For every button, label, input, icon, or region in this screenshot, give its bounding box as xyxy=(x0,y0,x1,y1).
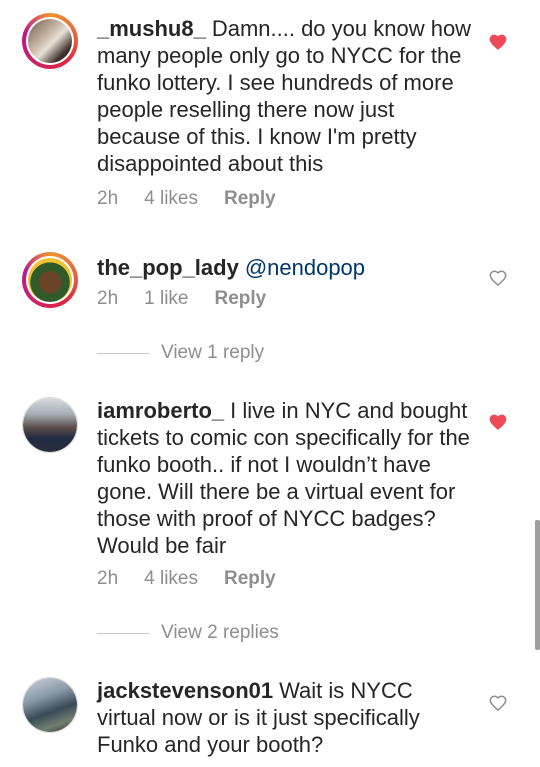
comment-text: iamroberto_ I live in NYC and bought tick… xyxy=(97,397,477,559)
divider-line xyxy=(97,352,149,354)
comment-time: 2h xyxy=(97,568,119,589)
comment-meta: 2h 1 like Reply xyxy=(97,288,292,310)
comment-username[interactable]: _mushu8_ xyxy=(97,16,206,41)
comment-text: the_pop_lady @nendopop xyxy=(97,254,477,281)
heart-outline-icon[interactable] xyxy=(488,268,508,288)
comment-time: 2h xyxy=(97,188,119,209)
view-replies-label[interactable]: View 2 replies xyxy=(161,622,279,644)
reply-button[interactable]: Reply xyxy=(224,188,276,210)
view-replies-label[interactable]: View 1 reply xyxy=(161,342,264,364)
view-replies-button[interactable]: View 1 reply xyxy=(97,342,264,364)
comment-username[interactable]: jackstevenson01 xyxy=(97,678,273,703)
avatar-jackstevenson01[interactable] xyxy=(22,677,78,733)
comment-likes[interactable]: 4 likes xyxy=(144,568,198,590)
avatar-the-pop-lady[interactable] xyxy=(22,252,78,308)
avatar-mushu8[interactable] xyxy=(22,13,78,69)
divider-line xyxy=(97,632,149,634)
comment-meta: 2h 4 likes Reply xyxy=(97,188,302,210)
heart-filled-icon[interactable] xyxy=(488,412,508,432)
comment-time: 2h xyxy=(97,288,119,309)
comment-likes[interactable]: 1 like xyxy=(144,288,188,310)
comment-username[interactable]: iamroberto_ xyxy=(97,398,224,423)
heart-filled-icon[interactable] xyxy=(488,32,508,52)
avatar-iamroberto[interactable] xyxy=(22,397,78,453)
view-replies-button[interactable]: View 2 replies xyxy=(97,622,279,644)
reply-button[interactable]: Reply xyxy=(224,568,276,590)
comment-text: _mushu8_ Damn.... do you know how many pe… xyxy=(97,15,477,177)
comment-username[interactable]: the_pop_lady xyxy=(97,255,239,280)
scrollbar[interactable] xyxy=(535,520,540,650)
heart-outline-icon[interactable] xyxy=(488,693,508,713)
reply-button[interactable]: Reply xyxy=(215,288,267,310)
comment-text: jackstevenson01 Wait is NYCC virtual now … xyxy=(97,677,477,758)
comment-mention[interactable]: @nendopop xyxy=(245,255,365,280)
comment-meta: 2h 4 likes Reply xyxy=(97,568,302,590)
comment-likes[interactable]: 4 likes xyxy=(144,188,198,210)
